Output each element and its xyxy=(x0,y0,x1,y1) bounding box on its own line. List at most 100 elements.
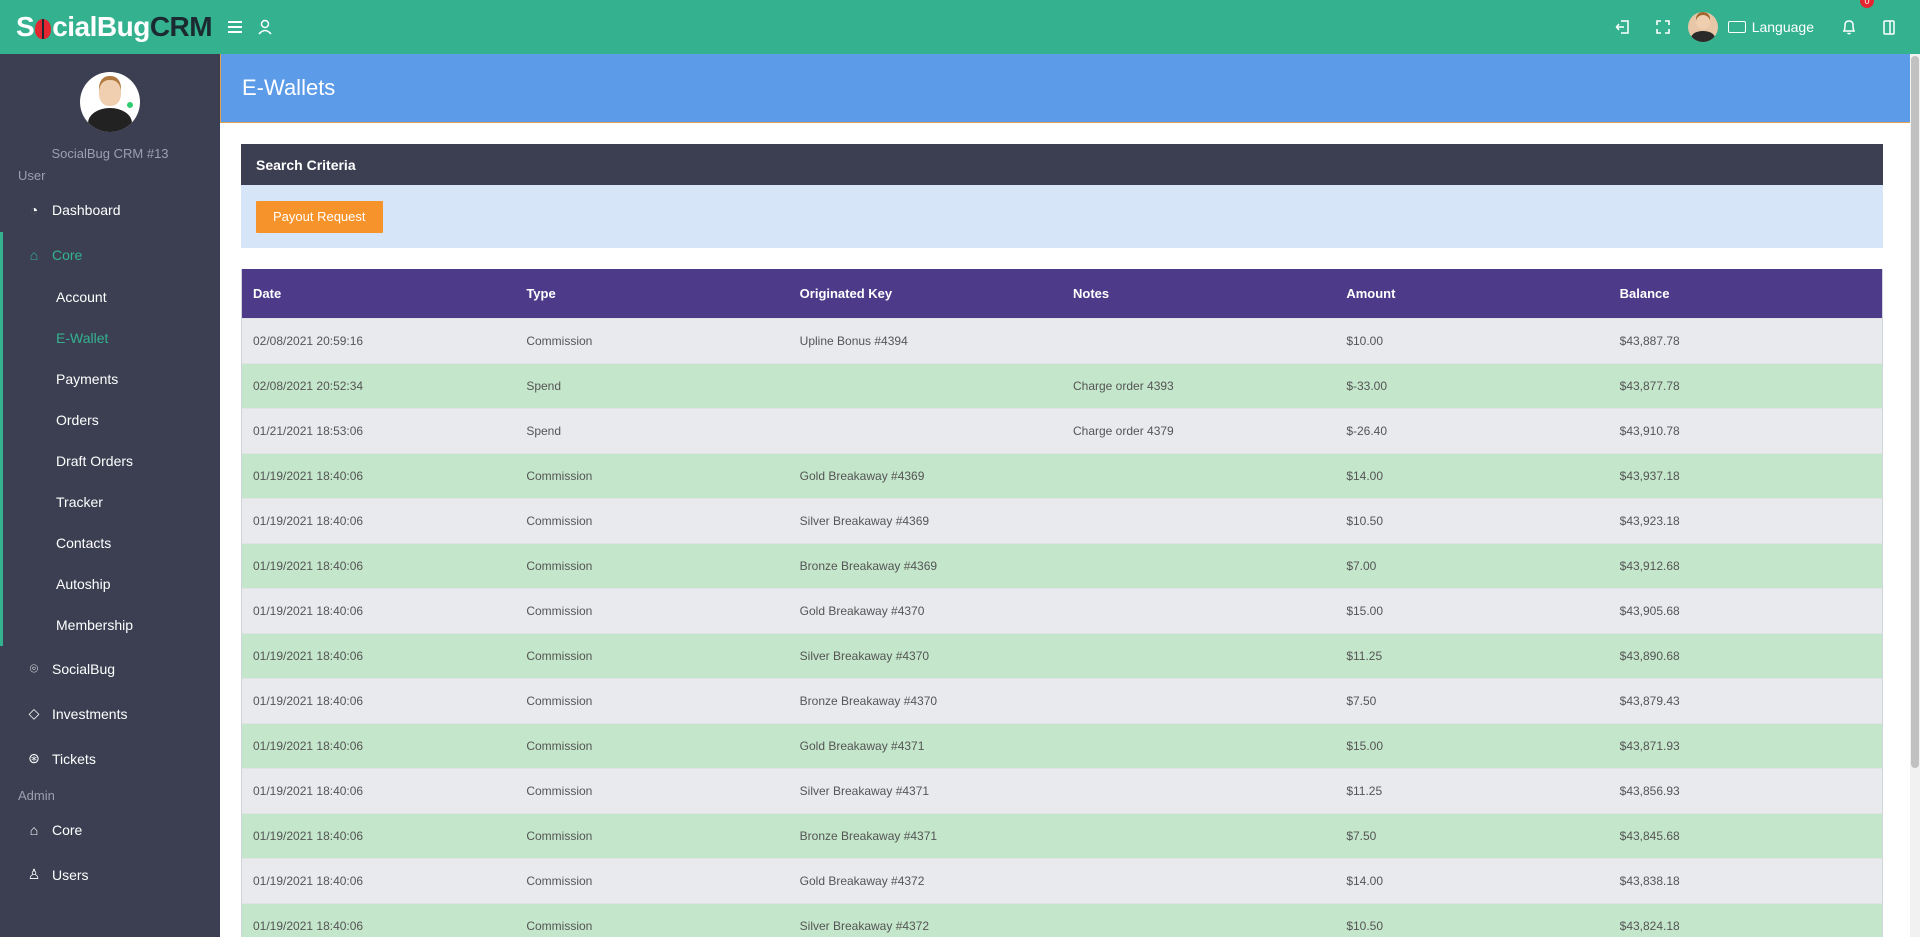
profile-avatar[interactable] xyxy=(80,72,140,132)
cell-date: 01/19/2021 18:40:06 xyxy=(242,722,516,768)
cell-balance: $43,824.18 xyxy=(1608,902,1882,937)
notification-count-badge: 0 xyxy=(1860,0,1874,8)
hamburger-icon xyxy=(228,21,242,33)
cell-date: 02/08/2021 20:52:34 xyxy=(242,362,516,408)
table-row[interactable]: 01/19/2021 18:40:06 Commission Silver Brea… xyxy=(242,632,1882,678)
table-row[interactable]: 01/19/2021 18:40:06 Commission Silver Brea… xyxy=(242,497,1882,543)
language-selector[interactable]: Language xyxy=(1727,19,1814,35)
cell-amount: $7.50 xyxy=(1335,812,1609,858)
table-row[interactable]: 01/19/2021 18:40:06 Commission Gold Breaka… xyxy=(242,722,1882,768)
notifications-button[interactable]: 0 xyxy=(1834,0,1874,54)
cell-type: Commission xyxy=(515,542,789,588)
cell-balance: $43,912.68 xyxy=(1608,542,1882,588)
user-icon: ♙ xyxy=(27,866,41,882)
table-row[interactable]: 02/08/2021 20:52:34 Spend Charge order 439… xyxy=(242,362,1882,408)
menu-toggle-button[interactable] xyxy=(220,0,250,54)
table-row[interactable]: 01/19/2021 18:40:06 Commission Bronze Brea… xyxy=(242,542,1882,588)
cell-notes xyxy=(1061,812,1336,858)
bell-icon xyxy=(1842,20,1856,35)
sidebar: SocialBug CRM #13 User ◔ Dashboard ⌂ Cor… xyxy=(0,54,220,937)
table-row[interactable]: 01/19/2021 18:40:06 Commission Gold Breaka… xyxy=(242,857,1882,903)
cell-type: Commission xyxy=(515,767,789,813)
sidebar-subitem-payments[interactable]: Payments xyxy=(3,359,220,400)
cell-date: 01/19/2021 18:40:06 xyxy=(242,542,516,588)
cell-amount: $15.00 xyxy=(1335,587,1609,633)
sidebar-item-admin-core[interactable]: ⌂ Core xyxy=(0,807,220,852)
sidebar-profile: SocialBug CRM #13 xyxy=(0,54,220,161)
cell-notes: Charge order 4393 xyxy=(1061,362,1336,408)
cell-amount: $7.00 xyxy=(1335,542,1609,588)
search-criteria-panel: Search Criteria Payout Request xyxy=(241,144,1883,248)
payout-request-button[interactable]: Payout Request xyxy=(256,200,383,233)
core-submenu: ⌂ Core Account E-Wallet Payments Orders … xyxy=(0,232,220,646)
cell-notes xyxy=(1061,632,1336,678)
cell-notes xyxy=(1061,317,1336,363)
profile-name: SocialBug CRM #13 xyxy=(51,146,169,161)
sidebar-subitem-orders[interactable]: Orders xyxy=(3,400,220,441)
sidebar-item-label: Users xyxy=(52,866,89,883)
search-criteria-heading: Search Criteria xyxy=(241,144,1883,185)
cell-originated-key: Upline Bonus #4394 xyxy=(788,317,1062,363)
sidebar-item-dashboard[interactable]: ◔ Dashboard xyxy=(0,187,220,232)
cell-notes xyxy=(1061,542,1336,588)
cell-balance: $43,845.68 xyxy=(1608,812,1882,858)
table-row[interactable]: 01/19/2021 18:40:06 Commission Bronze Brea… xyxy=(242,677,1882,723)
table-row[interactable]: 02/08/2021 20:59:16 Commission Upline Bonu… xyxy=(242,317,1882,363)
sidebar-subitem-tracker[interactable]: Tracker xyxy=(3,482,220,523)
cell-amount: $7.50 xyxy=(1335,677,1609,723)
bug-icon: ⌾ xyxy=(29,660,39,676)
table-row[interactable]: 01/21/2021 18:53:06 Spend Charge order 437… xyxy=(242,407,1882,453)
page-scrollbar[interactable] xyxy=(1910,54,1920,937)
table-header-row: Date Type Originated Key Notes Amount Ba… xyxy=(242,269,1882,318)
table-row[interactable]: 01/19/2021 18:40:06 Commission Silver Brea… xyxy=(242,902,1882,937)
sidebar-subitem-membership[interactable]: Membership xyxy=(3,605,220,646)
dashboard-icon: ◔ xyxy=(29,201,39,218)
cell-type: Commission xyxy=(515,632,789,678)
column-header-date[interactable]: Date xyxy=(242,269,516,318)
cell-date: 01/19/2021 18:40:06 xyxy=(242,857,516,903)
user-profile-button[interactable] xyxy=(250,0,280,54)
column-header-notes[interactable]: Notes xyxy=(1061,269,1336,318)
online-status-dot xyxy=(126,101,134,109)
home-icon: ⌂ xyxy=(29,821,39,838)
main-content: E-Wallets Search Criteria Payout Request… xyxy=(220,54,1910,937)
cell-balance: $43,871.93 xyxy=(1608,722,1882,768)
sidebar-item-tickets[interactable]: ⊛ Tickets xyxy=(0,736,220,781)
socialbug-crm-logo[interactable]: Scial Bug CRM xyxy=(0,0,220,54)
table-row[interactable]: 01/19/2021 18:40:06 Commission Silver Brea… xyxy=(242,767,1882,813)
table-row[interactable]: 01/19/2021 18:40:06 Commission Gold Breaka… xyxy=(242,452,1882,498)
home-icon: ⌂ xyxy=(29,246,39,263)
cell-originated-key: Bronze Breakaway #4371 xyxy=(788,812,1062,858)
column-header-originated-key[interactable]: Originated Key xyxy=(788,269,1062,318)
sidebar-subitem-account[interactable]: Account xyxy=(3,277,220,318)
sidebar-item-investments[interactable]: ◇ Investments xyxy=(0,691,220,736)
sidebar-item-admin-users[interactable]: ♙ Users xyxy=(0,852,220,897)
sidebar-subitem-draft-orders[interactable]: Draft Orders xyxy=(3,441,220,482)
user-icon xyxy=(258,19,272,35)
right-panel-toggle-button[interactable] xyxy=(1874,0,1904,54)
table-row[interactable]: 01/19/2021 18:40:06 Commission Gold Breaka… xyxy=(242,587,1882,633)
cell-amount: $10.50 xyxy=(1335,497,1609,543)
cell-date: 01/19/2021 18:40:06 xyxy=(242,902,516,937)
logout-button[interactable] xyxy=(1608,0,1638,54)
column-header-type[interactable]: Type xyxy=(515,269,789,318)
column-header-balance[interactable]: Balance xyxy=(1608,269,1882,318)
sidebar-item-socialbug[interactable]: ⌾ SocialBug xyxy=(0,646,220,691)
cell-type: Commission xyxy=(515,902,789,937)
cell-notes xyxy=(1061,857,1336,903)
cell-type: Commission xyxy=(515,497,789,543)
fullscreen-button[interactable] xyxy=(1648,0,1678,54)
sidebar-item-core[interactable]: ⌂ Core xyxy=(3,232,220,277)
sidebar-subitem-contacts[interactable]: Contacts xyxy=(3,523,220,564)
table-row[interactable]: 01/19/2021 18:40:06 Commission Bronze Brea… xyxy=(242,812,1882,858)
cell-notes xyxy=(1061,767,1336,813)
column-header-amount[interactable]: Amount xyxy=(1335,269,1609,318)
cell-originated-key: Gold Breakaway #4369 xyxy=(788,452,1062,498)
cell-amount: $-33.00 xyxy=(1335,362,1609,408)
scrollbar-thumb[interactable] xyxy=(1911,56,1919,768)
sidebar-subitem-e-wallet[interactable]: E-Wallet xyxy=(3,318,220,359)
user-avatar[interactable] xyxy=(1687,12,1718,42)
sidebar-subitem-autoship[interactable]: Autoship xyxy=(3,564,220,605)
cell-balance: $43,937.18 xyxy=(1608,452,1882,498)
page-title: E-Wallets xyxy=(242,75,336,100)
